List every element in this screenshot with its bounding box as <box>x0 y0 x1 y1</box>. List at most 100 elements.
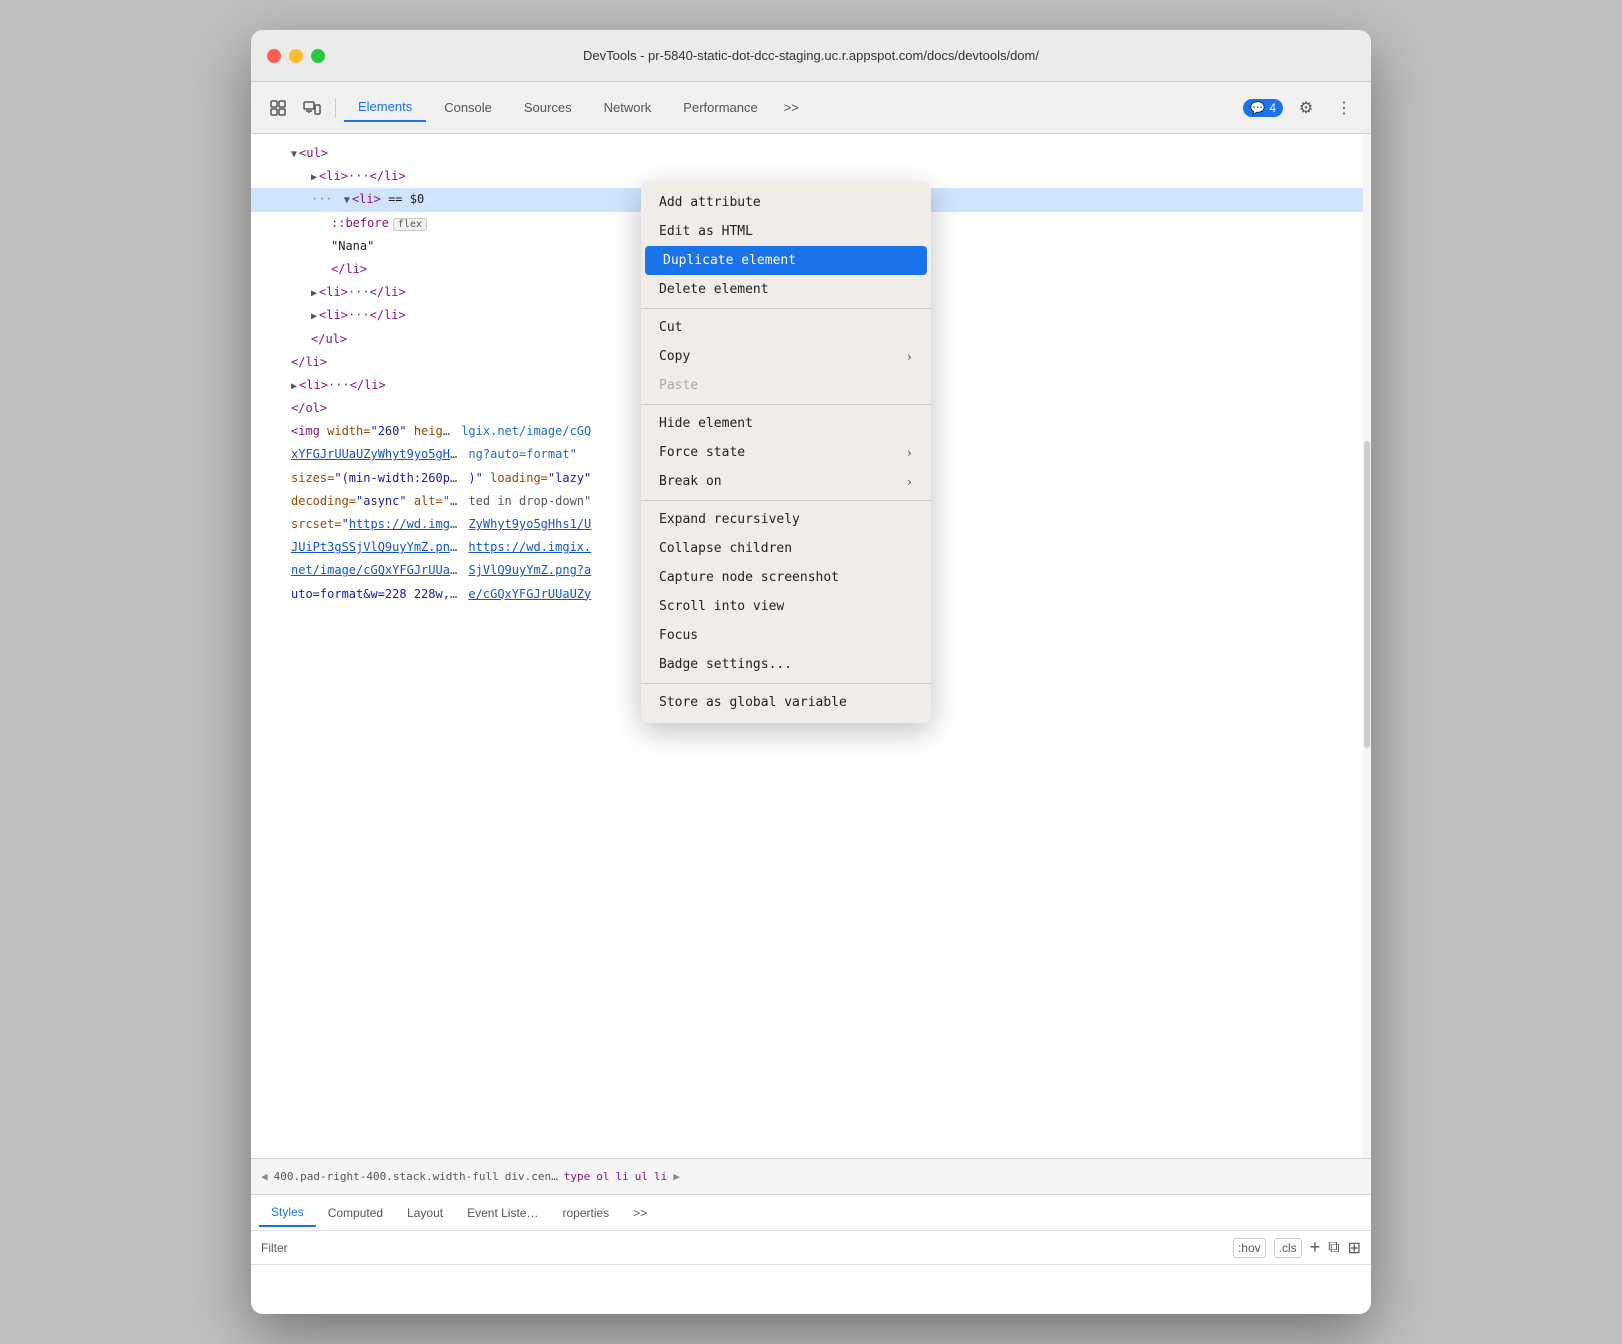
cls-button[interactable]: .cls <box>1274 1238 1302 1258</box>
menu-hide-element[interactable]: Hide element <box>641 409 931 438</box>
tab-more-styles[interactable]: >> <box>621 1200 659 1226</box>
more-tabs-button[interactable]: >> <box>776 96 807 119</box>
expand-icon[interactable]: ▶ <box>311 288 317 299</box>
menu-capture-screenshot-label: Capture node screenshot <box>659 570 839 585</box>
ellipsis: ··· <box>328 378 350 392</box>
dot-indicator: ··· <box>311 192 333 206</box>
breadcrumb-back-icon[interactable]: ◀ <box>261 1170 268 1183</box>
breadcrumb-item-2[interactable]: div.cen… <box>505 1170 558 1183</box>
menu-badge-settings[interactable]: Badge settings... <box>641 650 931 679</box>
breadcrumb-item-1[interactable]: 400.pad-right-400.stack.width-full <box>274 1170 499 1183</box>
breadcrumb-tag-type[interactable]: type <box>564 1170 591 1183</box>
tag-img: <img <box>291 424 327 438</box>
styles-filter: Filter :hov .cls + ⧉ ⊞ <box>251 1231 1371 1265</box>
tab-properties[interactable]: roperties <box>550 1200 621 1226</box>
menu-expand-recursively[interactable]: Expand recursively <box>641 505 931 534</box>
hov-button[interactable]: :hov <box>1233 1238 1266 1258</box>
copy-styles-icon[interactable]: ⧉ <box>1328 1239 1339 1257</box>
srcset-url-1: https://wd.img <box>349 517 450 531</box>
tab-network[interactable]: Network <box>590 94 666 121</box>
settings-button[interactable]: ⚙ <box>1291 93 1321 123</box>
menu-store-global-label: Store as global variable <box>659 695 847 710</box>
cursor-icon[interactable] <box>263 93 293 123</box>
img-url-2b: ng?auto=format" <box>468 447 576 461</box>
breadcrumb-tag-li2[interactable]: li <box>654 1170 667 1183</box>
menu-break-on-label: Break on <box>659 474 722 489</box>
breadcrumb-forward-icon[interactable]: ▶ <box>673 1170 680 1183</box>
ellipsis: ··· <box>348 169 370 183</box>
srcset-url-3: net/image/cGQxYFGJrUUa <box>291 563 450 577</box>
tab-elements[interactable]: Elements <box>344 93 426 122</box>
breadcrumb-bar: ◀ 400.pad-right-400.stack.width-full div… <box>251 1158 1371 1194</box>
menu-edit-html-label: Edit as HTML <box>659 224 753 239</box>
menu-delete-element[interactable]: Delete element <box>641 275 931 304</box>
breadcrumb-tag-li[interactable]: li <box>616 1170 629 1183</box>
menu-separator-3 <box>641 500 931 501</box>
menu-capture-screenshot[interactable]: Capture node screenshot <box>641 563 931 592</box>
breadcrumb-tag-ol[interactable]: ol <box>596 1170 609 1183</box>
dom-scrollbar[interactable] <box>1363 134 1371 1158</box>
attr-width: width= <box>327 424 370 438</box>
menu-force-state[interactable]: Force state › <box>641 438 931 467</box>
menu-separator-2 <box>641 404 931 405</box>
menu-add-attribute[interactable]: Add attribute <box>641 188 931 217</box>
more-options-button[interactable]: ⋮ <box>1329 93 1359 123</box>
menu-edit-html[interactable]: Edit as HTML <box>641 217 931 246</box>
maximize-button[interactable] <box>311 49 325 63</box>
menu-scroll-into-view[interactable]: Scroll into view <box>641 592 931 621</box>
devtools-window: DevTools - pr-5840-static-dot-dcc-stagin… <box>251 30 1371 1314</box>
tab-computed[interactable]: Computed <box>316 1200 395 1226</box>
menu-expand-recursively-label: Expand recursively <box>659 512 800 527</box>
tab-layout[interactable]: Layout <box>395 1200 455 1226</box>
close-button[interactable] <box>267 49 281 63</box>
attr-loading-val: "lazy" <box>548 471 591 485</box>
attr-sizes: sizes= <box>291 471 334 485</box>
tab-styles[interactable]: Styles <box>259 1199 316 1227</box>
chat-badge[interactable]: 💬 4 <box>1243 99 1283 117</box>
srcset-w: uto=format&w=228 228w, <box>291 587 450 601</box>
copy-arrow-icon: › <box>906 350 913 364</box>
style-settings-icon[interactable]: ⊞ <box>1348 1238 1361 1258</box>
main-content: ▼<ul> ▶<li>···</li> ··· ▼<li> == $0 ::be… <box>251 134 1371 1314</box>
breadcrumb-tag-ul[interactable]: ul <box>635 1170 648 1183</box>
window-title: DevTools - pr-5840-static-dot-dcc-stagin… <box>583 48 1039 63</box>
collapse-icon[interactable]: ▼ <box>291 149 297 160</box>
tab-event-listeners[interactable]: Event Liste… <box>455 1200 550 1226</box>
menu-store-global[interactable]: Store as global variable <box>641 688 931 717</box>
dom-line[interactable]: ▼<ul> <box>251 142 1371 165</box>
menu-duplicate-element-label: Duplicate element <box>663 253 796 268</box>
menu-focus[interactable]: Focus <box>641 621 931 650</box>
tag-li-3: <li> <box>319 308 348 322</box>
menu-collapse-children[interactable]: Collapse children <box>641 534 931 563</box>
collapse-icon[interactable]: ▼ <box>344 195 350 206</box>
menu-cut[interactable]: Cut <box>641 313 931 342</box>
srcset-url-2b: https://wd.imgix. <box>468 540 591 554</box>
scrollbar-thumb[interactable] <box>1364 441 1370 748</box>
flex-badge: flex <box>393 218 427 231</box>
tab-console[interactable]: Console <box>430 94 506 121</box>
pseudo-before: ::before <box>331 216 389 230</box>
tab-performance[interactable]: Performance <box>669 94 771 121</box>
tag-ol-close: </ol> <box>291 401 327 415</box>
menu-paste-label: Paste <box>659 378 698 393</box>
tag-li-close-outer: </li> <box>291 355 327 369</box>
menu-break-on[interactable]: Break on › <box>641 467 931 496</box>
minimize-button[interactable] <box>289 49 303 63</box>
menu-collapse-children-label: Collapse children <box>659 541 792 556</box>
menu-badge-settings-label: Badge settings... <box>659 657 792 672</box>
expand-icon[interactable]: ▶ <box>291 381 297 392</box>
attr-loading: loading= <box>490 471 548 485</box>
attr-width-val: "260" <box>370 424 406 438</box>
expand-icon[interactable]: ▶ <box>311 172 317 183</box>
expand-icon[interactable]: ▶ <box>311 311 317 322</box>
menu-copy[interactable]: Copy › <box>641 342 931 371</box>
tag-li-selected: <li> <box>352 192 381 206</box>
tag-li-close-2: </li> <box>370 285 406 299</box>
device-icon[interactable] <box>297 93 327 123</box>
tag-li-close: </li> <box>331 262 367 276</box>
menu-duplicate-element[interactable]: Duplicate element <box>645 246 927 275</box>
styles-tabs: Styles Computed Layout Event Liste… rope… <box>251 1195 1371 1231</box>
add-style-button[interactable]: + <box>1310 1237 1321 1258</box>
tag-li-1: <li> <box>319 169 348 183</box>
tab-sources[interactable]: Sources <box>510 94 586 121</box>
